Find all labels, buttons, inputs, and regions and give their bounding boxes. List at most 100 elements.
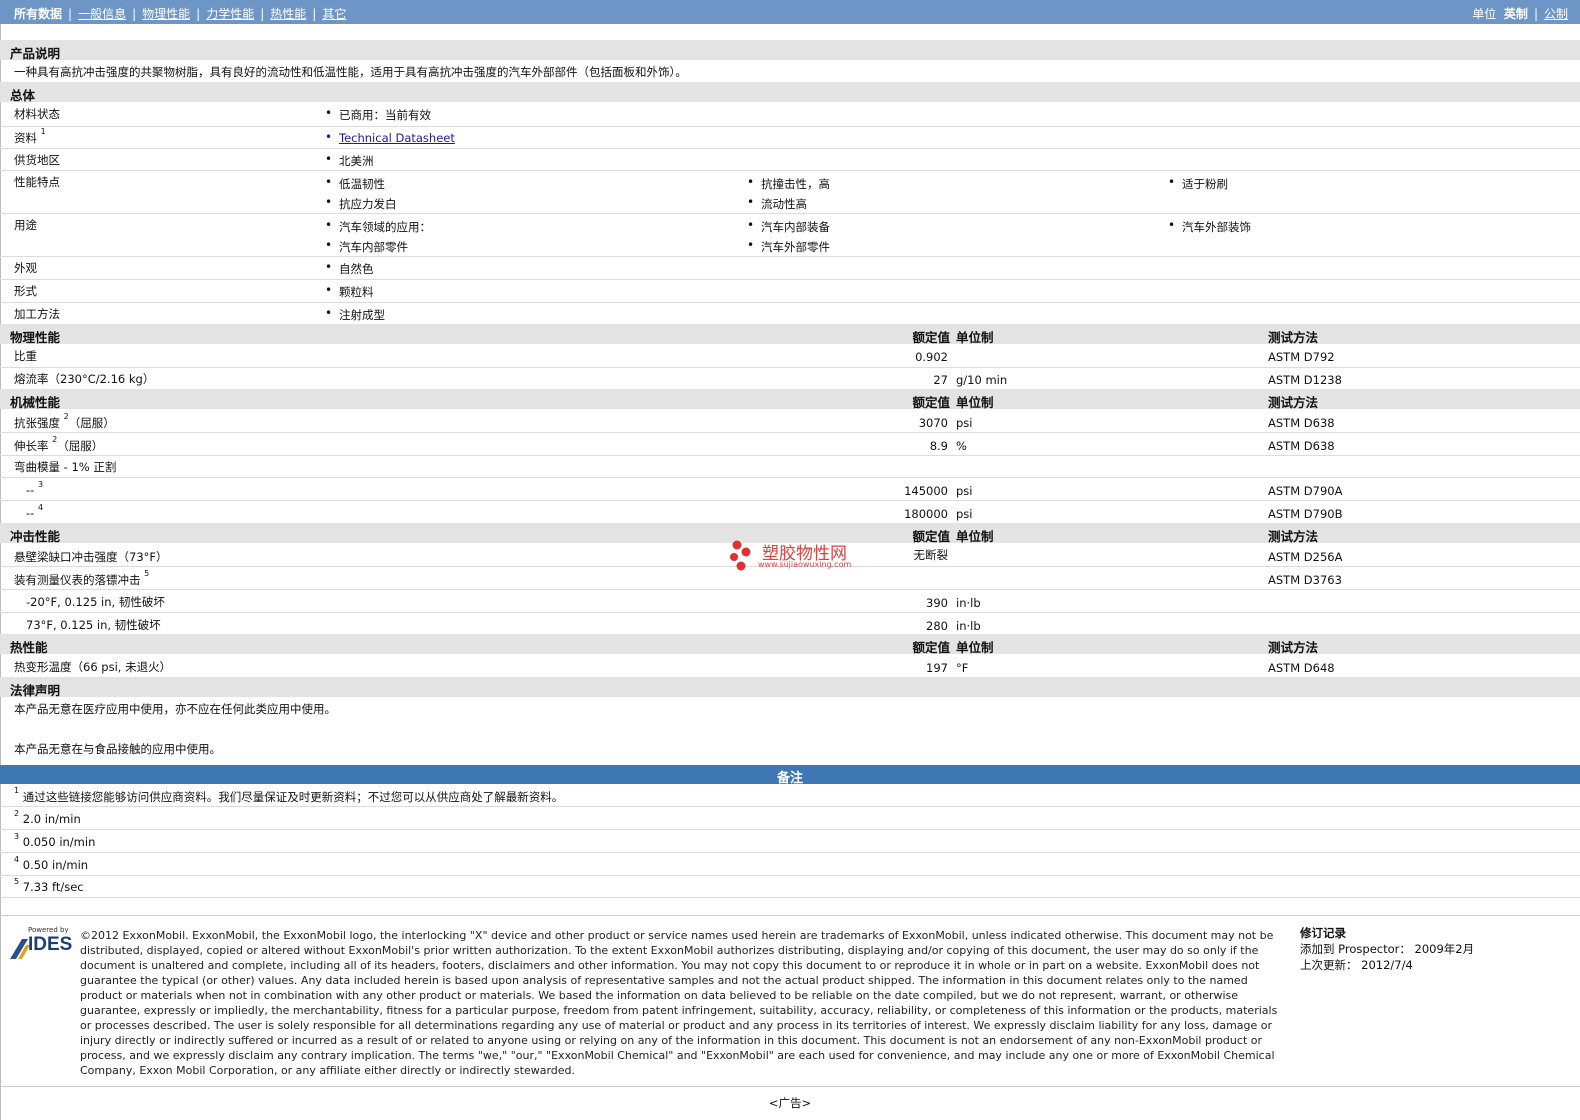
note-row: 2 2.0 in/min bbox=[0, 806, 1580, 830]
notes-header: 备注 bbox=[0, 765, 1580, 786]
row-label: 性能特点 bbox=[14, 175, 60, 189]
watermark-dots-icon bbox=[730, 540, 751, 571]
section-header-thermal: 热性能 额定值 单位制 测试方法 bbox=[0, 634, 1580, 655]
section-header-mechanical: 机械性能 额定值 单位制 测试方法 bbox=[0, 389, 1580, 410]
section-header-general: 总体 bbox=[0, 82, 1580, 103]
mechanical-row: 弯曲模量 - 1% 正割 bbox=[0, 455, 1580, 478]
unit-switcher: 单位 英制 | 公制 bbox=[1472, 7, 1568, 21]
row-value: 0.902 bbox=[915, 350, 948, 364]
section-nav: 所有数据 | 一般信息 | 物理性能 | 力学性能 | 热性能 | 其它 bbox=[14, 7, 347, 21]
note-row: 4 0.50 in/min bbox=[0, 852, 1580, 876]
general-row-status: 材料状态 已商用：当前有效 bbox=[0, 102, 1580, 127]
general-row-features: 性能特点 低温韧性 抗撞击性，高 适于粉刷 抗应力发白 流动性高 bbox=[0, 170, 1580, 214]
mechanical-row: -- 4 180000 psi ASTM D790B bbox=[0, 500, 1580, 523]
row-value: 145000 bbox=[904, 484, 948, 498]
thermal-row: 热变形温度（66 psi, 未退火） 197 °F ASTM D648 bbox=[0, 654, 1580, 677]
legal-line: 本产品无意在与食品接触的应用中使用。 bbox=[14, 742, 221, 756]
revision-added: 添加到 Prospector： 2009年2月 bbox=[1300, 942, 1475, 956]
row-label: 伸长率 2（屈服） bbox=[14, 435, 104, 453]
revision-history: 修订记录 添加到 Prospector： 2009年2月 上次更新： 2012/… bbox=[1300, 925, 1474, 973]
row-label: 弯曲模量 - 1% 正割 bbox=[14, 460, 117, 474]
general-row-form: 形式 颗粒料 bbox=[0, 279, 1580, 303]
row-value: 8.9 bbox=[929, 439, 948, 453]
row-label: 装有测量仪表的落镖冲击 5 bbox=[14, 569, 150, 587]
row-label: 抗张强度 2（屈服） bbox=[14, 412, 115, 430]
row-value: 注射成型 bbox=[325, 306, 385, 323]
nav-other[interactable]: 其它 bbox=[322, 7, 346, 21]
unit-metric[interactable]: 公制 bbox=[1544, 7, 1568, 21]
feature-item: 抗应力发白 bbox=[325, 195, 396, 212]
general-row-appearance: 外观 自然色 bbox=[0, 256, 1580, 280]
row-unit: % bbox=[956, 439, 967, 453]
mechanical-row: 伸长率 2（屈服） 8.9 % ASTM D638 bbox=[0, 432, 1580, 456]
nav-general[interactable]: 一般信息 bbox=[78, 7, 126, 21]
row-label: 73°F, 0.125 in, 韧性破坏 bbox=[26, 618, 161, 632]
unit-english[interactable]: 英制 bbox=[1504, 7, 1528, 21]
watermark-url: www.sujiaowuxing.com bbox=[758, 560, 852, 569]
description-text: 一种具有高抗冲击强度的共聚物树脂，具有良好的流动性和低温性能，适用于具有高抗冲击… bbox=[14, 65, 687, 79]
note-row: 1 通过这些链接您能够访问供应商资料。我们尽量保证及时更新资料；不过您可以从供应… bbox=[0, 784, 1580, 807]
nav-all-data[interactable]: 所有数据 bbox=[14, 7, 62, 21]
note-text: 5 7.33 ft/sec bbox=[14, 877, 84, 894]
row-label: 形式 bbox=[14, 284, 37, 298]
row-label: 热变形温度（66 psi, 未退火） bbox=[14, 660, 172, 674]
impact-row: 73°F, 0.125 in, 韧性破坏 280 in·lb bbox=[0, 612, 1580, 634]
row-value: 已商用：当前有效 bbox=[325, 106, 431, 123]
row-method: ASTM D1238 bbox=[1268, 373, 1342, 387]
ides-text: IDES bbox=[28, 934, 73, 955]
note-text: 1 通过这些链接您能够访问供应商资料。我们尽量保证及时更新资料；不过您可以从供应… bbox=[14, 786, 564, 804]
use-item: 汽车领域的应用： bbox=[325, 218, 431, 235]
row-label: -- 4 bbox=[26, 503, 44, 520]
mechanical-row: 抗张强度 2（屈服） 3070 psi ASTM D638 bbox=[0, 409, 1580, 433]
use-item: 汽车内部零件 bbox=[325, 238, 408, 255]
row-unit: psi bbox=[956, 416, 973, 430]
row-value: 390 bbox=[926, 596, 948, 610]
section-header-legal: 法律声明 bbox=[0, 677, 1580, 698]
row-value: 280 bbox=[926, 619, 948, 633]
row-label: 资料 1 bbox=[14, 127, 46, 145]
row-method: ASTM D638 bbox=[1268, 439, 1335, 453]
top-nav-bar: 所有数据 | 一般信息 | 物理性能 | 力学性能 | 热性能 | 其它 单位 英制 | 公制 bbox=[0, 0, 1580, 24]
row-label: 熔流率（230°C/2.16 kg） bbox=[14, 372, 155, 386]
note-text: 4 0.50 in/min bbox=[14, 855, 89, 872]
note-row: 3 0.050 in/min bbox=[0, 829, 1580, 853]
note-text: 2 2.0 in/min bbox=[14, 809, 81, 826]
row-method: ASTM D648 bbox=[1268, 661, 1335, 675]
row-label: 供货地区 bbox=[14, 153, 60, 167]
note-row: 5 7.33 ft/sec bbox=[0, 875, 1580, 898]
row-method: ASTM D790B bbox=[1268, 507, 1343, 521]
nav-thermal[interactable]: 热性能 bbox=[270, 7, 306, 21]
row-value: 27 bbox=[933, 373, 948, 387]
note-text: 3 0.050 in/min bbox=[14, 832, 96, 849]
physical-row: 熔流率（230°C/2.16 kg） 27 g/10 min ASTM D123… bbox=[0, 367, 1580, 389]
revision-title: 修订记录 bbox=[1300, 926, 1346, 940]
ides-logo: Powered by IDES bbox=[8, 926, 72, 962]
row-unit: in·lb bbox=[956, 596, 981, 610]
row-label: -- 3 bbox=[26, 480, 44, 497]
row-method: ASTM D638 bbox=[1268, 416, 1335, 430]
watermark-logo: 塑胶物性网 www.sujiaowuxing.com bbox=[728, 538, 868, 574]
mechanical-row: -- 3 145000 psi ASTM D790A bbox=[0, 477, 1580, 501]
use-item: 汽车外部零件 bbox=[747, 238, 830, 255]
general-row-region: 供货地区 北美洲 bbox=[0, 148, 1580, 171]
nav-mechanical[interactable]: 力学性能 bbox=[206, 7, 254, 21]
use-item: 汽车内部装备 bbox=[747, 218, 830, 235]
row-method: ASTM D256A bbox=[1268, 550, 1343, 564]
row-value: 颗粒料 bbox=[325, 283, 373, 300]
description-row: 一种具有高抗冲击强度的共聚物树脂，具有良好的流动性和低温性能，适用于具有高抗冲击… bbox=[0, 60, 1580, 83]
row-label: 用途 bbox=[14, 218, 37, 232]
row-value: 自然色 bbox=[325, 260, 373, 277]
row-unit: °F bbox=[956, 661, 969, 675]
row-label: 加工方法 bbox=[14, 307, 60, 321]
nav-physical[interactable]: 物理性能 bbox=[142, 7, 190, 21]
row-value: 北美洲 bbox=[325, 152, 373, 169]
unit-label: 单位 bbox=[1472, 7, 1497, 21]
row-unit: in·lb bbox=[956, 619, 981, 633]
row-value: 3070 bbox=[918, 416, 948, 430]
general-row-uses: 用途 汽车领域的应用： 汽车内部装备 汽车外部装饰 汽车内部零件 汽车外部零件 bbox=[0, 213, 1580, 257]
feature-item: 抗撞击性，高 bbox=[747, 175, 830, 192]
powered-by-text: Powered by bbox=[28, 926, 69, 934]
general-row-source: 资料 1 Technical Datasheet bbox=[0, 126, 1580, 149]
ad-placeholder[interactable]: <广告> bbox=[0, 1095, 1580, 1111]
technical-datasheet-link[interactable]: Technical Datasheet bbox=[325, 130, 455, 145]
